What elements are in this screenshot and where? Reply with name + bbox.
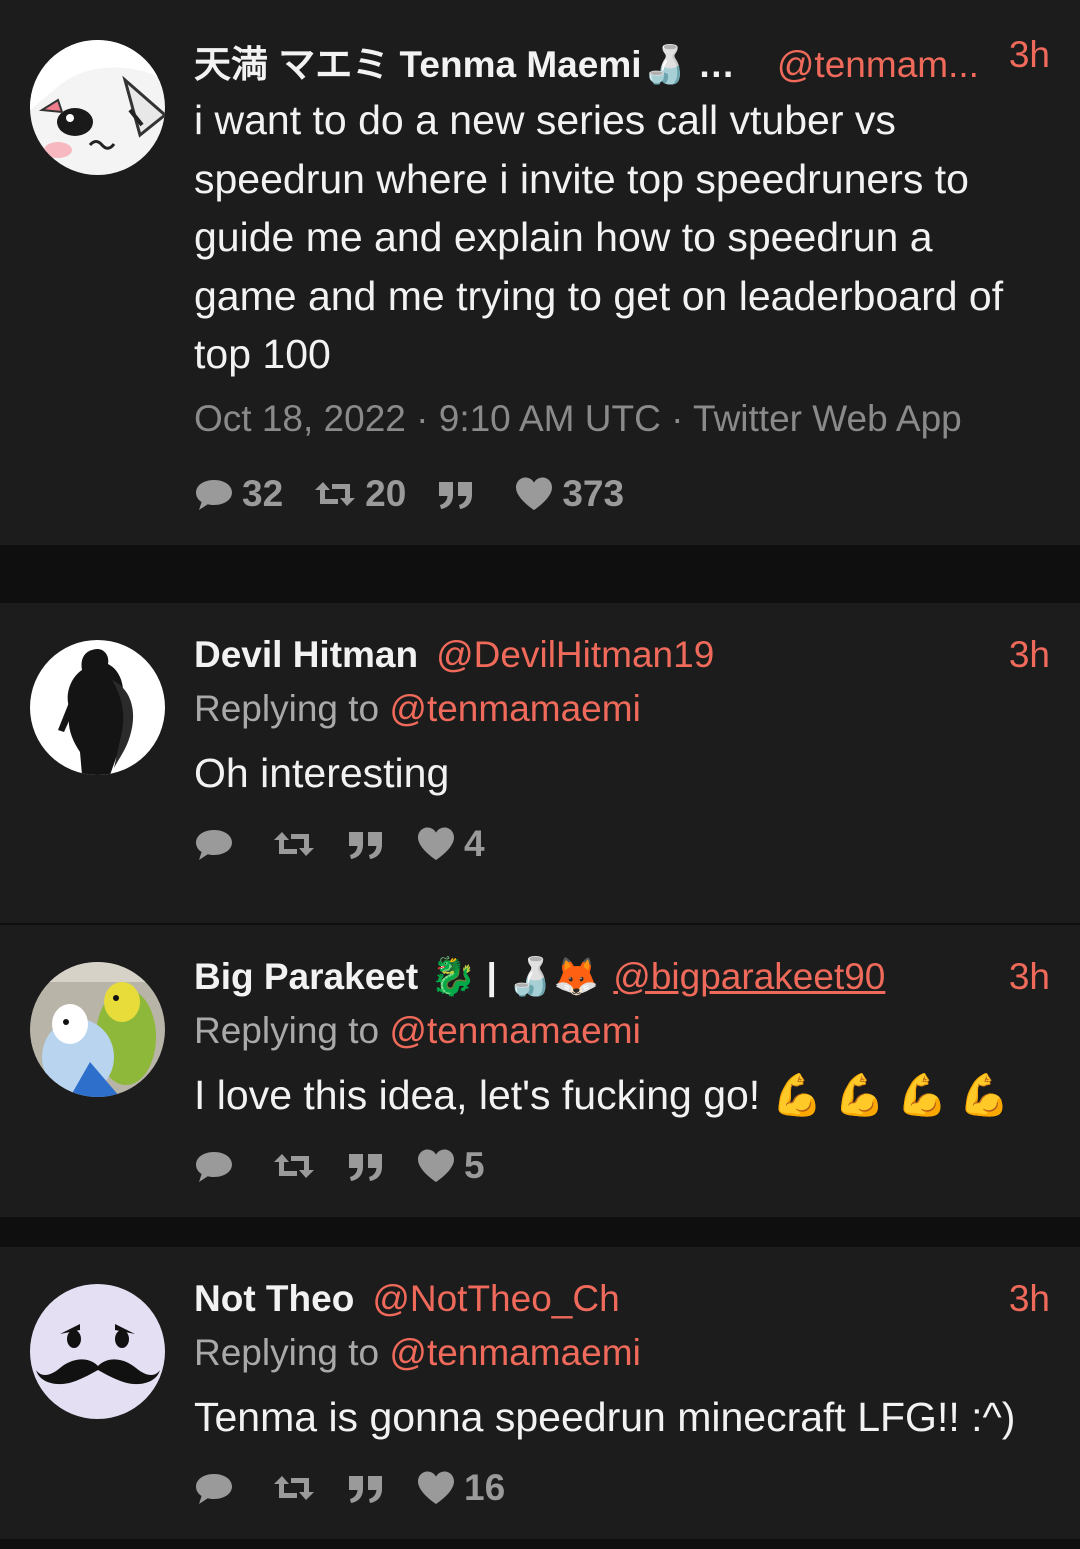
display-name[interactable]: Devil Hitman [194,634,418,675]
tweet-text: Tenma is gonna speedrun minecraft LFG!! … [194,1394,1016,1440]
like-count: 5 [464,1145,485,1186]
replying-prefix: Replying to [194,1010,390,1051]
like-count: 16 [464,1467,506,1508]
silhouette-figure-avatar-icon [30,640,165,775]
heart-icon [416,824,456,864]
display-name[interactable]: 天満 マエミ Tenma Maemi [194,44,642,85]
heart-icon [416,1146,456,1186]
retweet-icon [272,1468,316,1508]
tweet-text: Oh interesting [194,750,450,796]
like-count: 373 [562,473,625,514]
reply-button[interactable] [194,1468,242,1508]
quote-button[interactable] [436,474,484,514]
tweet-header: 天満 マエミ Tenma Maemi🍶 … @tenmam... 3h [194,34,1050,86]
reply-count: 32 [242,473,284,514]
timestamp[interactable]: 3h [1009,1278,1050,1320]
tweet-reply[interactable]: Not Theo @NotTheo_Ch 3h Replying to @tenm… [0,1247,1080,1539]
retweet-button[interactable] [272,824,324,864]
avatar[interactable] [30,962,165,1097]
quote-icon [346,1146,386,1186]
tweet-header: Not Theo @NotTheo_Ch 3h [194,1278,1050,1330]
user-handle[interactable]: @bigparakeet90 [613,956,885,997]
like-button[interactable]: 5 [416,1145,485,1187]
tweet-reply[interactable]: Big Parakeet 🐉 | 🍶🦊 @bigparakeet90 3h Repl… [0,925,1080,1217]
retweet-icon [313,474,357,514]
mustache-face-avatar-icon [30,1284,165,1419]
replying-to: Replying to @tenmamaemi [194,1332,641,1374]
reply-button[interactable]: 32 [194,473,283,515]
display-name[interactable]: Big Parakeet [194,956,418,997]
display-name[interactable]: Not Theo [194,1278,354,1319]
retweet-button[interactable] [272,1146,324,1186]
replying-handle[interactable]: @tenmamaemi [389,1010,640,1051]
tweet-header: Big Parakeet 🐉 | 🍶🦊 @bigparakeet90 3h [194,956,1050,1008]
avatar[interactable] [30,1284,165,1419]
tweet-stats: 16 [194,1466,505,1510]
tweet-meta[interactable]: Oct 18, 2022 · 9:10 AM UTC · Twitter Web… [194,398,962,440]
tweet-header: Devil Hitman @DevilHitman19 3h [194,634,1050,686]
quote-button[interactable] [346,1146,394,1186]
tweet-reply[interactable]: Devil Hitman @DevilHitman19 3h Replying t… [0,603,1080,923]
reply-button[interactable] [194,1146,242,1186]
display-name-suffix: 🍶 … [641,44,735,85]
replying-to: Replying to @tenmamaemi [194,688,641,730]
retweet-button[interactable] [272,1468,324,1508]
avatar[interactable] [30,40,165,175]
timestamp[interactable]: 3h [1009,634,1050,676]
like-button[interactable]: 373 [514,473,624,515]
heart-icon [514,474,554,514]
reply-button[interactable] [194,824,242,864]
reply-icon [194,1468,234,1508]
quote-icon [346,824,386,864]
timestamp[interactable]: 3h [1009,34,1050,76]
replying-prefix: Replying to [194,688,390,729]
anime-girl-avatar-icon [30,40,165,175]
display-name-suffix: 🐉 | 🍶🦊 [430,956,600,997]
heart-icon [416,1468,456,1508]
parakeets-avatar-icon [30,962,165,1097]
reply-icon [194,824,234,864]
user-handle[interactable]: @DevilHitman19 [436,634,714,675]
retweet-icon [272,1146,316,1186]
retweet-count: 20 [365,473,407,514]
tweet-main[interactable]: 天満 マエミ Tenma Maemi🍶 … @tenmam... 3h i wan… [0,0,1080,545]
like-button[interactable]: 16 [416,1467,505,1509]
tweet-text: I love this idea, let's fucking go! 💪 💪 … [194,1072,1010,1118]
quote-button[interactable] [346,1468,394,1508]
retweet-button[interactable]: 20 [313,473,406,515]
like-count: 4 [464,823,485,864]
tweet-stats: 32 20 373 [194,472,624,516]
tweet-text: i want to do a new series call vtuber vs… [194,97,1004,377]
timeline: 天満 マエミ Tenma Maemi🍶 … @tenmam... 3h i wan… [0,0,1080,1549]
tweet-stats: 4 [194,822,485,866]
replying-prefix: Replying to [194,1332,390,1373]
reply-icon [194,474,234,514]
tweet-stats: 5 [194,1144,485,1188]
quote-button[interactable] [346,824,394,864]
replying-to: Replying to @tenmamaemi [194,1010,641,1052]
quote-icon [436,474,476,514]
replying-handle[interactable]: @tenmamaemi [389,688,640,729]
avatar[interactable] [30,640,165,775]
replying-handle[interactable]: @tenmamaemi [389,1332,640,1373]
reply-icon [194,1146,234,1186]
user-handle[interactable]: @tenmam... [777,44,979,85]
like-button[interactable]: 4 [416,823,485,865]
user-handle[interactable]: @NotTheo_Ch [372,1278,619,1319]
quote-icon [346,1468,386,1508]
timestamp[interactable]: 3h [1009,956,1050,998]
retweet-icon [272,824,316,864]
